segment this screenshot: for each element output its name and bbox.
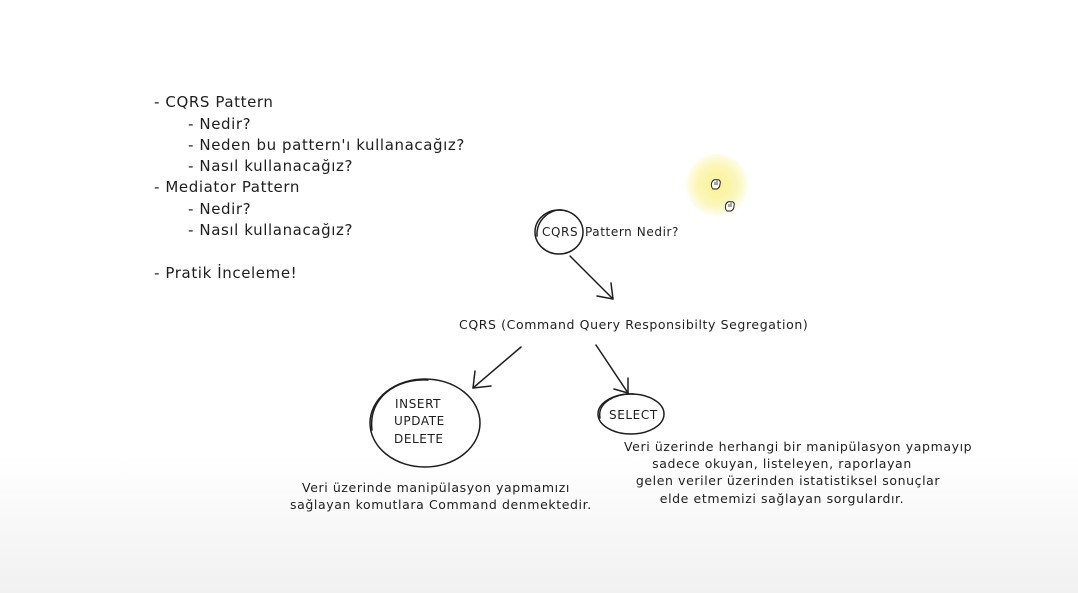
select-label: SELECT: [609, 408, 658, 422]
cqrs-definition-label: CQRS (Command Query Responsibilty Segreg…: [459, 317, 809, 332]
whiteboard-canvas[interactable]: - CQRS Pattern - Nedir? - Neden bu patte…: [0, 0, 1078, 593]
pattern-question-label: Pattern Nedir?: [585, 225, 679, 239]
query-note-line4: elde etmemizi sağlayan sorgulardır.: [659, 491, 905, 506]
query-note-line2: sadece okuyan, listeleyen, raporlayan: [652, 456, 912, 471]
arrow-to-commands[interactable]: [472, 346, 522, 389]
arrow-to-select[interactable]: [595, 344, 629, 394]
hand-cursor-icon: [710, 179, 721, 190]
command-insert-label: INSERT: [395, 397, 442, 411]
command-note-line2: sağlayan komutlara Command denmektedir.: [290, 497, 592, 512]
command-note-line1: Veri üzerinde manipülasyon yapmamızı: [302, 480, 570, 495]
query-note-line3: gelen veriler üzerinden istatistiksel so…: [635, 473, 941, 488]
cqrs-circle-label: CQRS: [542, 225, 579, 239]
command-update-label: UPDATE: [394, 414, 445, 428]
query-note-line1: Veri üzerinde herhangi bir manipülasyon …: [624, 439, 973, 454]
arrow-to-definition[interactable]: [569, 255, 614, 300]
command-delete-label: DELETE: [394, 432, 444, 446]
hand-cursor-icon: [724, 201, 735, 212]
